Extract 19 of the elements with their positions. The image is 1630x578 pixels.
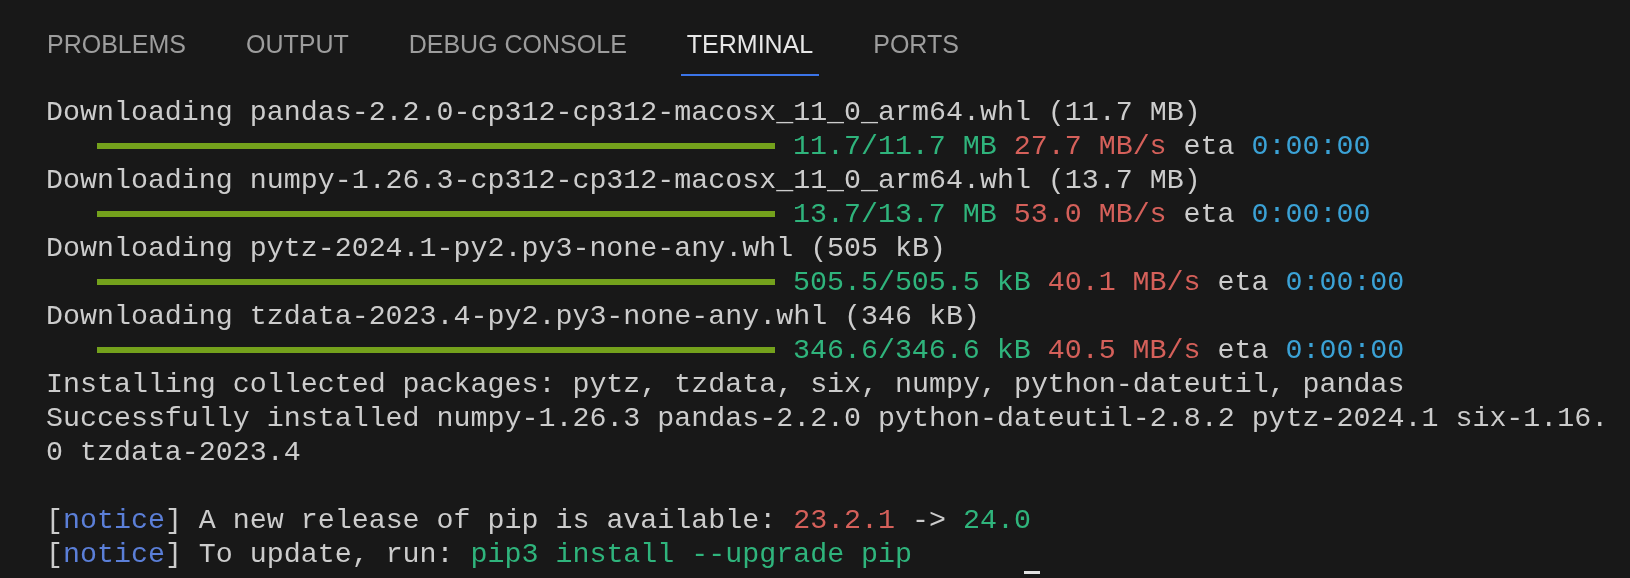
- terminal-line: 0 tzdata-2023.4: [46, 435, 301, 469]
- cursor: [1024, 571, 1040, 574]
- terminal-line: 505.5/505.5 kB 40.1 MB/s eta 0:00:00: [793, 265, 1405, 299]
- terminal-line: [notice] A new release of pip is available: 23.2.1 -> 24.0: [46, 503, 1031, 537]
- panel-tab[interactable]: TERMINAL: [680, 26, 820, 76]
- terminal-line: Downloading tzdata-2023.4-py2.py3-none-any.whl (346 kB): [46, 299, 980, 333]
- terminal-line: Successfully installed numpy-1.26.3 pandas-2.2.0 python-dateutil-2.8.2 pytz-2024.1 six-1.16.: [46, 401, 1609, 435]
- terminal-line: [notice] To update, run: pip3 install --upgrade pip: [46, 537, 913, 571]
- terminal-line: 11.7/11.7 MB 27.7 MB/s eta 0:00:00: [793, 129, 1371, 163]
- panel-tab[interactable]: PROBLEMS: [41, 26, 192, 76]
- terminal-line: Downloading numpy-1.26.3-cp312-cp312-macosx_11_0_arm64.whl (13.7 MB): [46, 163, 1201, 197]
- terminal-line: Downloading pytz-2024.1-py2.py3-none-any.whl (505 kB): [46, 231, 946, 265]
- terminal-line: Installing collected packages: pytz, tzdata, six, numpy, python-dateutil, pandas: [46, 367, 1405, 401]
- terminal-line: 346.6/346.6 kB 40.5 MB/s eta 0:00:00: [793, 333, 1405, 367]
- panel-tab[interactable]: PORTS: [867, 26, 965, 76]
- terminal-line: 13.7/13.7 MB 53.0 MB/s eta 0:00:00: [793, 197, 1371, 231]
- panel-tab[interactable]: DEBUG CONSOLE: [402, 26, 633, 76]
- terminal-line: Downloading pandas-2.2.0-cp312-cp312-macosx_11_0_arm64.whl (11.7 MB): [46, 95, 1201, 129]
- panel-tab[interactable]: OUTPUT: [239, 26, 355, 76]
